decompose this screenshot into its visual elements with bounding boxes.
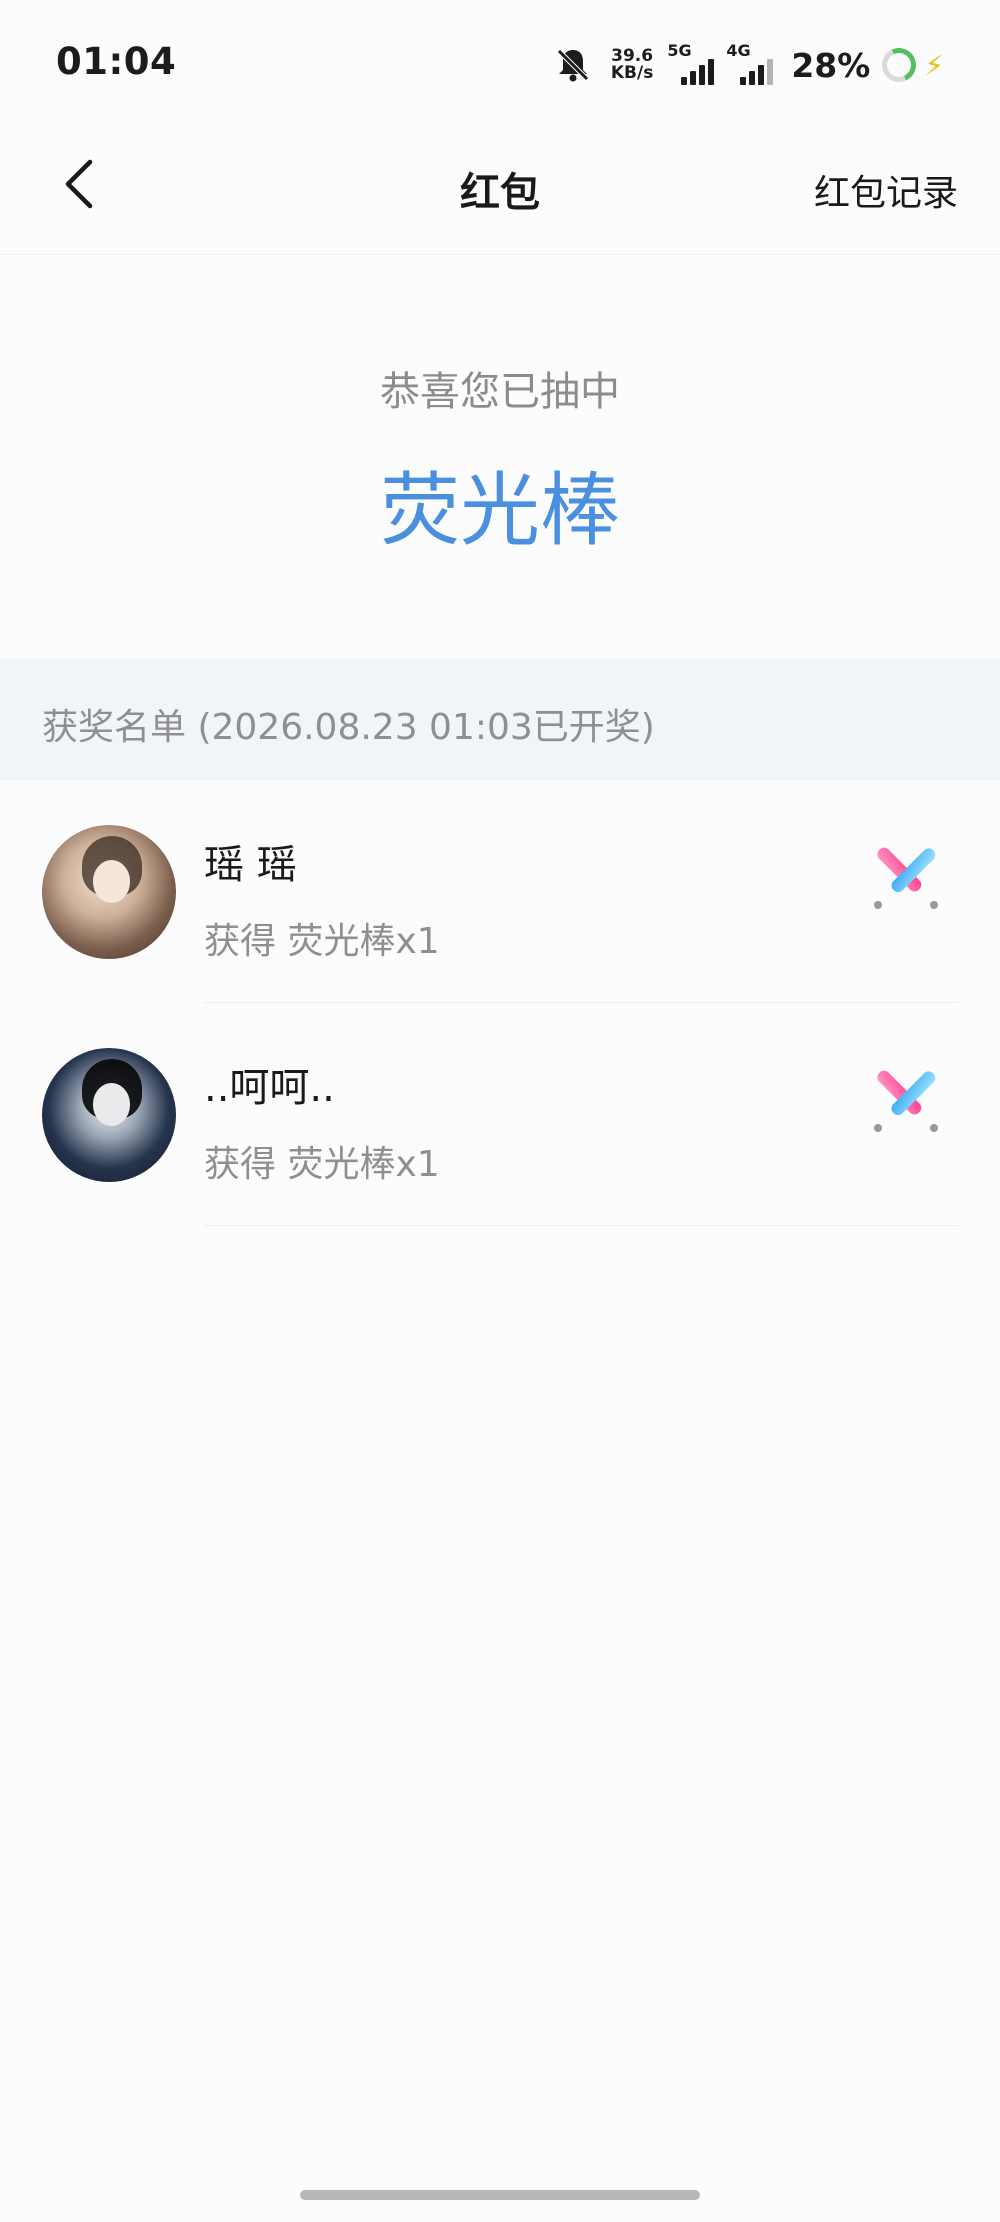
charging-bolt-icon: ⚡ — [924, 48, 944, 82]
winner-prize-desc: 获得 荧光棒x1 — [204, 1144, 440, 1185]
red-packet-records-link[interactable]: 红包记录 — [814, 164, 958, 216]
winner-name: 瑶 瑶 — [204, 842, 297, 888]
net-speed: 39.6 KB/s — [611, 48, 653, 82]
glowstick-icon — [874, 1070, 938, 1132]
status-bar: 01:04 39.6 KB/s 5G 4G 28% ⚡ — [0, 0, 1000, 130]
avatar[interactable] — [42, 1048, 176, 1182]
winner-prize-desc: 获得 荧光棒x1 — [204, 921, 440, 962]
prize-hero: 恭喜您已抽中 荧光棒 — [0, 256, 1000, 658]
signal-icon-sim2: 4G — [726, 41, 774, 85]
sim1-tag: 5G — [667, 41, 692, 60]
bell-muted-icon — [557, 49, 589, 82]
net-speed-unit: KB/s — [610, 63, 654, 83]
row-divider — [204, 1225, 958, 1226]
sim2-tag: 4G — [726, 41, 751, 60]
signal-icon-sim1: 5G — [667, 41, 715, 85]
status-time: 01:04 — [56, 40, 177, 83]
glowstick-icon — [874, 847, 938, 909]
battery-percent: 28% — [791, 45, 871, 85]
congrats-text: 恭喜您已抽中 — [380, 369, 620, 415]
winner-row[interactable]: 瑶 瑶 获得 荧光棒x1 — [0, 780, 1000, 1003]
winner-row[interactable]: ..呵呵.. 获得 荧光棒x1 — [0, 1003, 1000, 1226]
prize-name: 荧光棒 — [380, 464, 620, 557]
status-icons: 39.6 KB/s 5G 4G 28% ⚡ — [553, 40, 944, 90]
nav-bar: 红包 红包记录 — [0, 130, 1000, 255]
avatar[interactable] — [42, 825, 176, 959]
winner-name: ..呵呵.. — [204, 1065, 335, 1111]
winners-header-text: 获奖名单 (2026.08.23 01:03已开奖) — [42, 707, 655, 748]
winners-header: 获奖名单 (2026.08.23 01:03已开奖) — [0, 658, 1000, 780]
battery-ring-icon — [877, 43, 922, 87]
winners-list: 瑶 瑶 获得 荧光棒x1 ..呵呵.. 获得 荧光棒x1 — [0, 780, 1000, 1226]
home-indicator[interactable] — [300, 2190, 700, 2200]
